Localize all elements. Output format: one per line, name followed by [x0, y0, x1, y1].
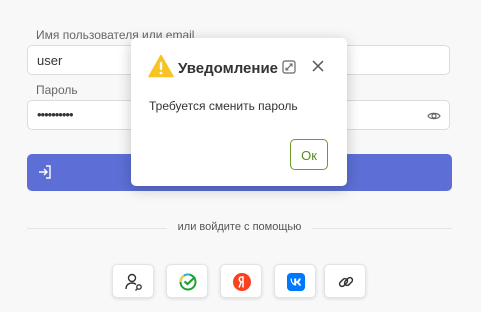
warning-icon — [148, 54, 174, 78]
dialog-title: Уведомление — [178, 60, 279, 77]
notification-dialog: Уведомление Требуется сменить пароль Ок — [131, 38, 347, 186]
dialog-message: Требуется сменить пароль — [149, 99, 298, 113]
ok-button[interactable]: Ок — [290, 139, 328, 170]
close-icon[interactable] — [312, 60, 324, 72]
expand-icon[interactable] — [282, 60, 296, 74]
